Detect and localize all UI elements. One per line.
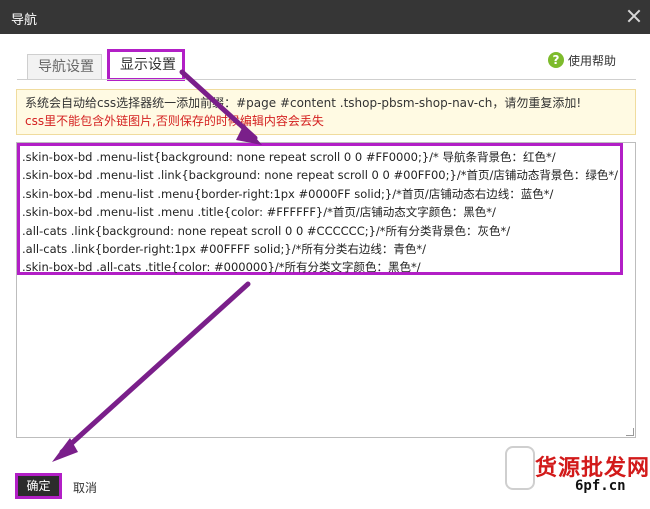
tab-navigation-settings[interactable]: 导航设置: [27, 54, 102, 79]
notice-prefix-text: 系统会自动给css选择器统一添加前缀：#page #content .tshop…: [25, 96, 582, 110]
watermark-logo-icon: [505, 446, 535, 490]
dialog-title: 导航: [11, 13, 38, 28]
cancel-button[interactable]: 取消: [73, 479, 97, 496]
tab-divider: [17, 79, 636, 80]
dialog-titlebar: 导航: [0, 0, 650, 34]
code-line: .all-cats .link{border-right:1px #00FFFF…: [22, 242, 426, 257]
watermark: 货源批发网 6pf.cn: [505, 440, 649, 504]
close-icon[interactable]: [624, 6, 644, 26]
tab-display-settings[interactable]: 显示设置: [107, 49, 185, 81]
notice-warning-text: css里不能包含外链图片,否则保存的时候编辑内容会丢失: [25, 114, 324, 128]
code-line: .skin-box-bd .all-cats .title{color: #00…: [22, 260, 421, 275]
confirm-button[interactable]: 确定: [15, 473, 62, 499]
resize-handle[interactable]: [626, 428, 634, 436]
code-line: .skin-box-bd .menu-list .menu .title{col…: [22, 205, 496, 220]
help-label: 使用帮助: [567, 54, 616, 68]
css-editor-textarea[interactable]: .skin-box-bd .menu-list{background: none…: [16, 142, 636, 438]
code-line: .skin-box-bd .menu-list .menu{border-rig…: [22, 186, 554, 201]
css-code-highlight: .skin-box-bd .menu-list{background: none…: [17, 143, 623, 275]
notice-box: 系统会自动给css选择器统一添加前缀：#page #content .tshop…: [16, 89, 636, 135]
help-icon: ?: [547, 52, 564, 68]
code-line: .all-cats .link{background: none repeat …: [22, 223, 511, 238]
watermark-url: 6pf.cn: [575, 478, 626, 494]
code-line: .skin-box-bd .menu-list{background: none…: [22, 150, 556, 164]
code-line: .skin-box-bd .menu-list .link{background…: [22, 168, 618, 183]
help-link[interactable]: ? 使用帮助: [547, 52, 616, 70]
